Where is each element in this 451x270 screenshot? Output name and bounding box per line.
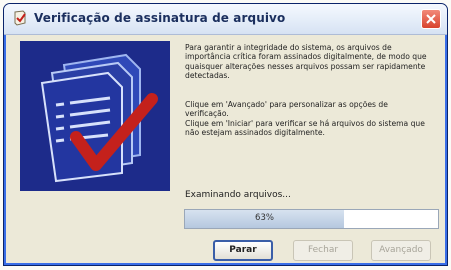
progress-label: Examinando arquivos... — [185, 190, 291, 200]
close-button[interactable] — [421, 9, 441, 29]
advanced-hint: Clique em 'Avançado' para personalizar a… — [185, 100, 388, 119]
integrity-description: Para garantir a integridade do sistema, … — [185, 43, 427, 80]
shield-check-icon — [12, 10, 28, 26]
close-dialog-button[interactable]: Fechar — [293, 240, 353, 261]
window-title: Verificação de assinatura de arquivo — [34, 11, 286, 25]
description-text: Para garantir a integridade do sistema, … — [185, 43, 430, 137]
start-hint: Clique em 'Iniciar' para verificar se há… — [185, 118, 425, 137]
close-icon — [426, 14, 436, 24]
document-check-icon — [20, 41, 170, 191]
progress-bar: 63% — [184, 209, 439, 229]
document-check-illustration — [20, 41, 170, 191]
title-bar[interactable]: Verificação de assinatura de arquivo — [4, 4, 447, 35]
advanced-button[interactable]: Avançado — [371, 240, 431, 261]
stop-button[interactable]: Parar — [213, 240, 273, 261]
dialog-window: Verificação de assinatura de arquivo Par… — [3, 3, 448, 266]
progress-percent: 63% — [255, 213, 274, 223]
